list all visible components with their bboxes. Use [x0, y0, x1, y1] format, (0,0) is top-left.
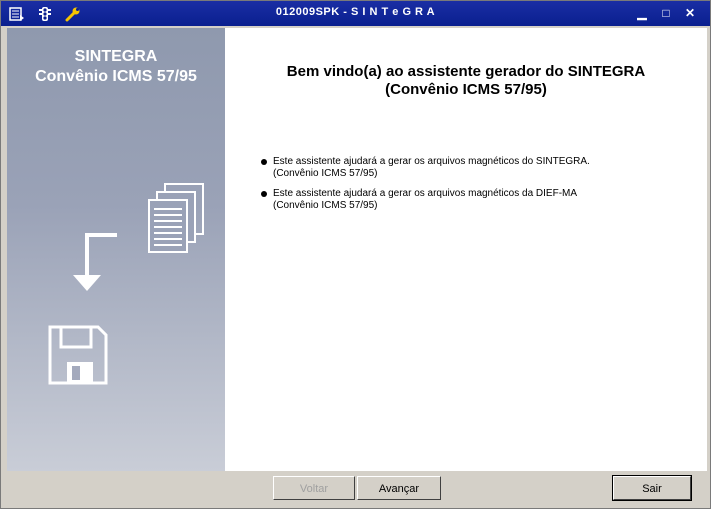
bullet-icon	[261, 191, 267, 197]
list-item: Este assistente ajudará a gerar os arqui…	[261, 156, 681, 182]
main-content: Bem vindo(a) ao assistente gerador do SI…	[225, 28, 707, 471]
list-item-text: Este assistente ajudará a gerar os arqui…	[273, 188, 577, 212]
app-window: 012009SPK - S I N T e G R A ▁ □ ✕ SINTEG…	[0, 0, 711, 509]
next-button[interactable]: Avançar	[357, 476, 441, 500]
list-item-line: (Convênio ICMS 57/95)	[273, 200, 378, 211]
bullet-icon	[261, 159, 267, 165]
floppy-disk-icon	[48, 325, 108, 385]
close-button[interactable]: ✕	[682, 6, 698, 20]
sidebar-title: SINTEGRA	[74, 48, 158, 65]
list-item: Este assistente ajudará a gerar os arqui…	[261, 188, 681, 214]
arrow-down-icon	[73, 233, 117, 291]
sidebar-panel: SINTEGRA Convênio ICMS 57/95	[7, 28, 225, 471]
sidebar-subtitle: Convênio ICMS 57/95	[35, 68, 197, 85]
back-button[interactable]: Voltar	[273, 476, 355, 500]
window-title: 012009SPK - S I N T e G R A	[275, 6, 436, 18]
maximize-button[interactable]: □	[658, 6, 674, 20]
list-item-text: Este assistente ajudará a gerar os arqui…	[273, 156, 590, 180]
exit-button[interactable]: Sair	[612, 475, 692, 501]
list-item-line: Este assistente ajudará a gerar os arqui…	[273, 188, 578, 199]
minimize-button[interactable]: ▁	[634, 6, 650, 20]
welcome-heading: Bem vindo(a) ao assistente gerador do SI…	[286, 63, 646, 80]
title-bar: 012009SPK - S I N T e G R A ▁ □ ✕	[1, 1, 710, 26]
documents-icon	[148, 183, 204, 253]
list-item-line: Este assistente ajudará a gerar os arqui…	[273, 156, 590, 167]
welcome-subheading: (Convênio ICMS 57/95)	[385, 81, 547, 98]
list-item-line: (Convênio ICMS 57/95)	[273, 168, 378, 179]
